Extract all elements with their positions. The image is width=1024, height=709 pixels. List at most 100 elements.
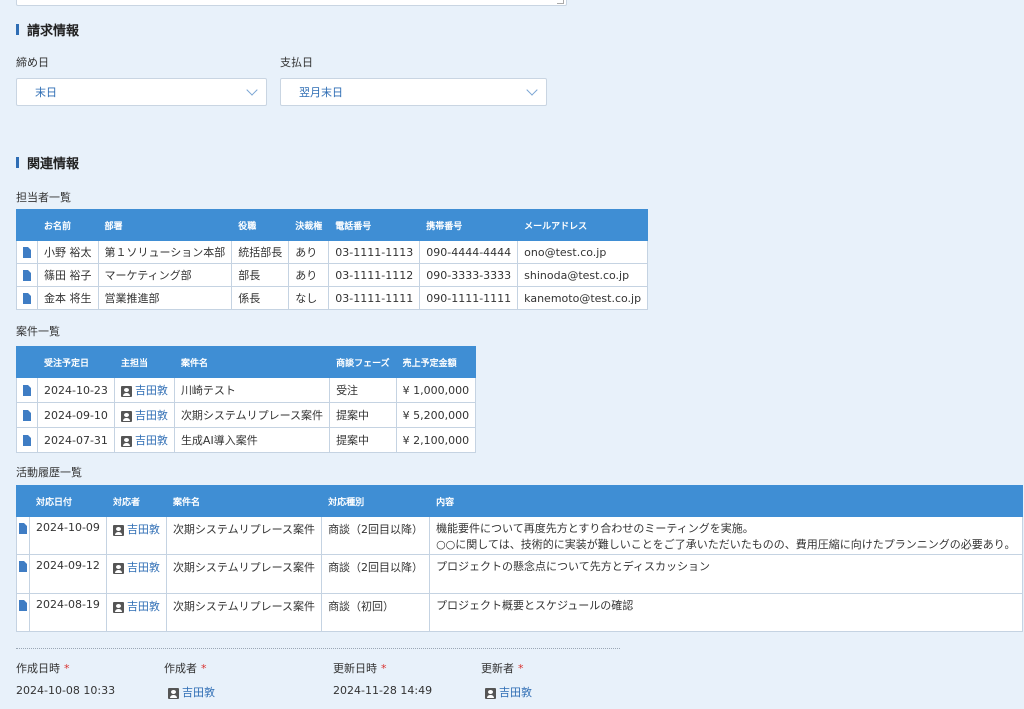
activity-date-cell: 2024-10-09 — [29, 516, 107, 555]
user-link[interactable]: 吉田敦 — [127, 561, 160, 574]
document-icon[interactable] — [23, 270, 31, 281]
related-section-title: 関連情報 — [16, 153, 79, 172]
activity-row[interactable]: 2024-10-09 吉田敦 次期システムリプレース案件 商談（2回目以降） 機能要件に… — [16, 516, 1023, 555]
deal-date-cell: 2024-09-10 — [37, 402, 115, 428]
resize-grip-icon[interactable] — [557, 0, 564, 4]
payment-date-select[interactable]: 翌月末日 — [280, 78, 547, 106]
contact-dept-cell: 第１ソリューション本部 — [97, 240, 233, 264]
user-link[interactable]: 吉田敦 — [127, 600, 160, 613]
updated-by-label: 更新者 * — [481, 662, 524, 675]
document-icon[interactable] — [23, 385, 31, 396]
user-link-cell[interactable]: 吉田敦 — [113, 402, 175, 428]
contact-name-cell: 小野 裕太 — [37, 240, 99, 264]
deal-phase-cell: 提案中 — [329, 427, 397, 453]
contact-dept-cell: マーケティング部 — [97, 263, 233, 287]
record-cell[interactable] — [16, 516, 30, 555]
user-link[interactable]: 吉田敦 — [135, 384, 168, 397]
document-icon[interactable] — [23, 293, 31, 304]
record-cell[interactable] — [16, 286, 38, 310]
user-link-cell[interactable]: 吉田敦 — [105, 516, 167, 555]
user-link-cell[interactable]: 吉田敦 — [105, 593, 167, 632]
activity-date-cell: 2024-09-12 — [29, 554, 107, 594]
contact-row[interactable]: 金本 将生 営業推進部 係長 なし 03-1111-1111 090-1111-1111 k… — [16, 286, 649, 310]
deal-name-cell: 川崎テスト — [173, 377, 331, 403]
header-phone: 電話番号 — [328, 209, 421, 241]
activity-content-cell: 機能要件について再度先方とすり合わせのミーティングを実施。 ○○に関しては、技術的… — [429, 516, 1023, 555]
header-type: 対応種別 — [321, 485, 431, 517]
created-by-value[interactable]: 吉田敦 — [168, 684, 215, 700]
header-blank — [16, 346, 38, 378]
contact-phone-cell: 03-1111-1113 — [328, 240, 421, 264]
payment-date-value: 翌月末日 — [299, 86, 343, 99]
contact-row[interactable]: 篠田 裕子 マーケティング部 部長 あり 03-1111-1112 090-3333-33… — [16, 263, 649, 287]
deal-phase-cell: 受注 — [329, 377, 397, 403]
contact-position-cell: 統括部長 — [231, 240, 290, 264]
section-bar-icon — [16, 157, 19, 168]
record-cell[interactable] — [16, 377, 38, 403]
deal-row[interactable]: 2024-09-10 吉田敦 次期システムリプレース案件 提案中 ¥ 5,200,000 — [16, 402, 477, 428]
contact-name-cell: 金本 将生 — [37, 286, 99, 310]
user-icon — [168, 687, 179, 699]
record-cell[interactable] — [16, 402, 38, 428]
header-activity-date: 対応日付 — [29, 485, 107, 517]
user-icon — [112, 562, 124, 574]
record-cell[interactable] — [16, 427, 38, 453]
contact-row[interactable]: 小野 裕太 第１ソリューション本部 統括部長 あり 03-1111-1113 090-44… — [16, 240, 649, 264]
user-link[interactable]: 吉田敦 — [135, 434, 168, 447]
user-link-cell[interactable]: 吉田敦 — [113, 427, 175, 453]
activity-deal-link[interactable]: 次期システムリプレース案件 — [165, 516, 323, 555]
activity-row[interactable]: 2024-09-12 吉田敦 次期システムリプレース案件 商談（2回目以降） プロジェク… — [16, 554, 1023, 594]
required-mark: * — [201, 662, 207, 675]
record-cell[interactable] — [16, 263, 38, 287]
divider — [16, 648, 620, 649]
document-icon[interactable] — [23, 247, 31, 258]
record-cell[interactable] — [16, 240, 38, 264]
user-icon — [120, 435, 132, 447]
activity-content-line: ○○に関しては、技術的に実装が難しいことをご了承いただいたものの、費用圧縮に向け… — [436, 538, 1016, 551]
activity-deal-link[interactable]: 次期システムリプレース案件 — [165, 554, 323, 594]
document-icon[interactable] — [19, 522, 27, 534]
user-icon — [120, 385, 132, 397]
record-cell[interactable] — [16, 593, 30, 632]
header-deal: 案件名 — [165, 485, 323, 517]
user-icon — [485, 687, 496, 699]
user-link-cell[interactable]: 吉田敦 — [105, 554, 167, 594]
user-link[interactable]: 吉田敦 — [135, 409, 168, 422]
document-icon[interactable] — [23, 435, 31, 446]
user-link-cell[interactable]: 吉田敦 — [113, 377, 175, 403]
contact-position-cell: 部長 — [231, 263, 290, 287]
deal-date-cell: 2024-10-23 — [37, 377, 115, 403]
document-icon[interactable] — [19, 599, 27, 611]
activity-type-cell: 商談（初回） — [321, 593, 431, 632]
contact-phone-cell: 03-1111-1111 — [328, 286, 421, 310]
record-cell[interactable] — [16, 554, 30, 594]
header-content: 内容 — [429, 485, 1023, 517]
activity-row[interactable]: 2024-08-19 吉田敦 次期システムリプレース案件 商談（初回） プロジェクト概要… — [16, 593, 1023, 632]
document-icon[interactable] — [23, 410, 31, 421]
created-by-label: 作成者 * — [164, 662, 207, 675]
deal-phase-cell: 提案中 — [329, 402, 397, 428]
header-blank — [16, 209, 38, 241]
header-name: お名前 — [37, 209, 99, 241]
closing-date-select[interactable]: 末日 — [16, 78, 267, 106]
deals-title: 案件一覧 — [16, 325, 60, 338]
document-icon[interactable] — [19, 560, 27, 572]
payment-date-label: 支払日 — [280, 56, 313, 69]
header-email: メールアドレス — [517, 209, 649, 241]
activity-type-cell: 商談（2回目以降） — [321, 554, 431, 594]
activity-content-line: 機能要件について再度先方とすり合わせのミーティングを実施。 — [436, 522, 754, 535]
deal-row[interactable]: 2024-10-23 吉田敦 川崎テスト 受注 ¥ 1,000,000 — [16, 377, 477, 403]
required-mark: * — [518, 662, 524, 675]
deal-name-cell: 生成AI導入案件 — [173, 427, 331, 453]
activity-content-cell: プロジェクト概要とスケジュールの確認 — [429, 593, 1023, 632]
textarea-field[interactable] — [16, 0, 567, 6]
user-icon — [112, 524, 124, 536]
activity-deal-link[interactable]: 次期システムリプレース案件 — [165, 593, 323, 632]
updated-by-value[interactable]: 吉田敦 — [485, 684, 532, 700]
activities-title: 活動履歴一覧 — [16, 466, 82, 479]
deal-amount-cell: ¥ 5,200,000 — [395, 402, 477, 428]
deal-row[interactable]: 2024-07-31 吉田敦 生成AI導入案件 提案中 ¥ 2,100,000 — [16, 427, 477, 453]
user-link[interactable]: 吉田敦 — [127, 523, 160, 536]
header-position: 役職 — [231, 209, 290, 241]
contact-mobile-cell: 090-1111-1111 — [419, 286, 519, 310]
